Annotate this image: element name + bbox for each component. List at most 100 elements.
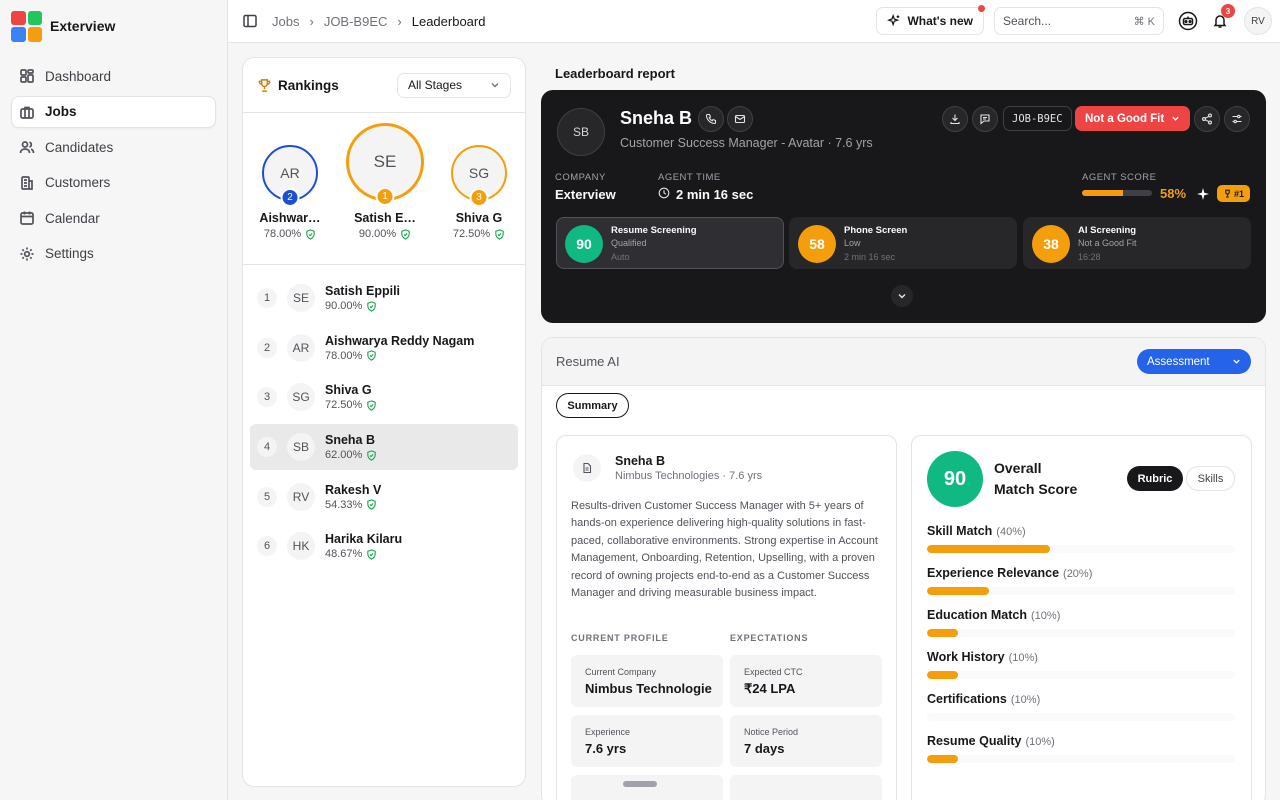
candidate-score: 62.00% — [325, 449, 377, 461]
criterion-name: Work History — [927, 650, 1005, 664]
breadcrumb-job-id[interactable]: JOB-B9EC — [324, 14, 388, 29]
sidebar: Exterview Dashboard Jobs Candidates Cust… — [0, 0, 228, 800]
criterion-weight: (10%) — [1008, 652, 1038, 664]
podium-second[interactable]: AR 2 Aishwar… 78.00% — [252, 145, 328, 240]
assessment-dropdown[interactable]: Assessment — [1137, 349, 1251, 374]
settings-button[interactable] — [1224, 106, 1250, 132]
cv-name: Sneha B — [615, 454, 666, 468]
fit-status-dropdown[interactable]: Not a Good Fit — [1075, 106, 1190, 131]
ranking-row[interactable]: 3 SG Shiva G 72.50% — [250, 374, 518, 420]
report-title: Leaderboard report — [555, 66, 675, 81]
tab-skills[interactable]: Skills — [1186, 466, 1235, 491]
agent-time-label: AGENT TIME — [658, 172, 721, 183]
agent-score-value: 58% — [1160, 186, 1187, 201]
search-placeholder: Search... — [1003, 14, 1052, 28]
candidate-name: Aishwarya Reddy Nagam — [325, 333, 475, 348]
stage-status: Low — [844, 238, 861, 248]
share-button[interactable] — [1194, 106, 1220, 132]
field-value: ₹24 LPA — [744, 681, 796, 696]
current-company-box: Current Company Nimbus Technologie — [571, 655, 723, 707]
criterion-bar-fill — [927, 629, 958, 637]
gear-icon — [20, 247, 34, 260]
resume-ai-card: Resume AI Assessment Summary Sneha B Nim… — [541, 337, 1266, 800]
stage-phone-screen[interactable]: 58 Phone Screen Low 2 min 16 sec — [789, 217, 1017, 269]
candidate-info: Sneha B 62.00% — [325, 433, 377, 461]
podium-third[interactable]: SG 3 Shiva G 72.50% — [441, 145, 517, 240]
tab-summary[interactable]: Summary — [556, 393, 629, 418]
notifications-button[interactable]: 3 — [1206, 4, 1235, 35]
sidebar-toggle-icon[interactable] — [242, 13, 258, 29]
candidate-score: 78.00% — [325, 350, 474, 362]
job-id-chip[interactable]: JOB-B9EC — [1003, 106, 1072, 131]
shield-check-icon — [367, 449, 377, 461]
users-icon — [19, 141, 35, 154]
brand[interactable]: Exterview — [0, 0, 227, 52]
download-button[interactable] — [942, 106, 968, 132]
shield-check-icon — [367, 300, 377, 312]
breadcrumb-jobs[interactable]: Jobs — [272, 14, 299, 29]
candidate-name: Sneha B — [325, 433, 376, 448]
stage-ai-screening[interactable]: 38 AI Screening Not a Good Fit 16:28 — [1023, 217, 1251, 269]
sidebar-item-jobs[interactable]: Jobs — [11, 95, 216, 128]
stage-title: Phone Screen — [844, 225, 908, 236]
score-value: 78.00% — [325, 349, 363, 362]
chevron-down-icon — [898, 294, 906, 299]
assistant-button[interactable] — [1174, 7, 1202, 35]
ranking-row[interactable]: 6 HK Harika Kilaru 48.67% — [250, 523, 518, 569]
fit-status-label: Not a Good Fit — [1085, 112, 1165, 125]
candidate-info: Shiva G 72.50% — [325, 383, 377, 411]
criterion-row: Education Match (10%) — [927, 607, 1235, 637]
avatar: SG 3 — [451, 145, 507, 207]
sidebar-item-calendar[interactable]: Calendar — [11, 202, 216, 234]
score-value: 72.50% — [452, 228, 491, 240]
rank-badge: 1 — [375, 187, 395, 206]
podium-first[interactable]: SE 1 Satish E… 90.00% — [339, 123, 431, 240]
ranking-row[interactable]: 1 SE Satish Eppili 90.00% — [250, 275, 518, 321]
ranking-row[interactable]: 4 SB Sneha B 62.00% — [250, 424, 518, 471]
score-value: 90.00% — [358, 228, 397, 240]
ranking-row[interactable]: 5 RV Rakesh V 54.33% — [250, 474, 518, 520]
avatar: HK — [287, 532, 315, 561]
app-name: Exterview — [50, 18, 116, 34]
ranking-row[interactable]: 2 AR Aishwarya Reddy Nagam 78.00% — [250, 325, 518, 371]
avatar-initials: SG — [468, 165, 490, 181]
mail-icon — [734, 114, 746, 124]
bot-icon — [1178, 11, 1198, 31]
sidebar-item-dashboard[interactable]: Dashboard — [11, 60, 216, 92]
whats-new-label: What's new — [907, 14, 973, 28]
sidebar-item-customers[interactable]: Customers — [11, 167, 216, 199]
rank-number: 1 — [257, 288, 277, 308]
sidebar-item-settings[interactable]: Settings — [11, 238, 216, 270]
criterion-bar-fill — [927, 671, 958, 679]
stage-filter-select[interactable]: All Stages — [397, 72, 511, 98]
info-box — [571, 775, 723, 800]
candidate-info: Aishwarya Reddy Nagam 78.00% — [325, 334, 474, 362]
stage-resume-screening[interactable]: 90 Resume Screening Qualified Auto — [556, 217, 784, 269]
podium: AR 2 Aishwar… 78.00% SE 1 Satish E… 90.0… — [243, 113, 525, 265]
user-avatar[interactable]: RV — [1244, 7, 1272, 35]
clock-icon — [658, 187, 670, 199]
field-label: Expected CTC — [744, 667, 803, 677]
call-button[interactable] — [698, 106, 724, 132]
ranking-list: 1 SE Satish Eppili 90.00% 2 AR Aishwarya Reddy… — [243, 265, 525, 583]
candidate-score: 54.33% — [325, 499, 381, 511]
expected-ctc-box: Expected CTC ₹24 LPA — [730, 655, 882, 707]
field-label: Notice Period — [744, 727, 799, 737]
agent-time-value: 2 min 16 sec — [676, 187, 754, 202]
candidate-subtitle: Customer Success Manager - Avatar · 7.6 … — [620, 136, 873, 150]
overall-score: 90 — [927, 451, 983, 507]
experience-box: Experience 7.6 yrs — [571, 715, 723, 767]
comments-button[interactable] — [972, 106, 998, 132]
email-button[interactable] — [727, 106, 753, 132]
podium-score: 78.00% — [252, 228, 328, 240]
expand-button[interactable] — [891, 285, 913, 307]
tab-rubric[interactable]: Rubric — [1127, 466, 1183, 491]
scrollbar-handle[interactable] — [623, 781, 657, 787]
avatar: AR — [287, 333, 315, 362]
whats-new-button[interactable]: What's new — [876, 5, 985, 35]
criterion-bar-fill — [927, 587, 989, 595]
sidebar-item-candidates[interactable]: Candidates — [11, 131, 216, 163]
criterion-row: Certifications (10%) — [927, 691, 1235, 721]
search-input[interactable]: Search... ⌘ K — [994, 7, 1164, 35]
sidebar-item-label: Settings — [45, 246, 94, 261]
